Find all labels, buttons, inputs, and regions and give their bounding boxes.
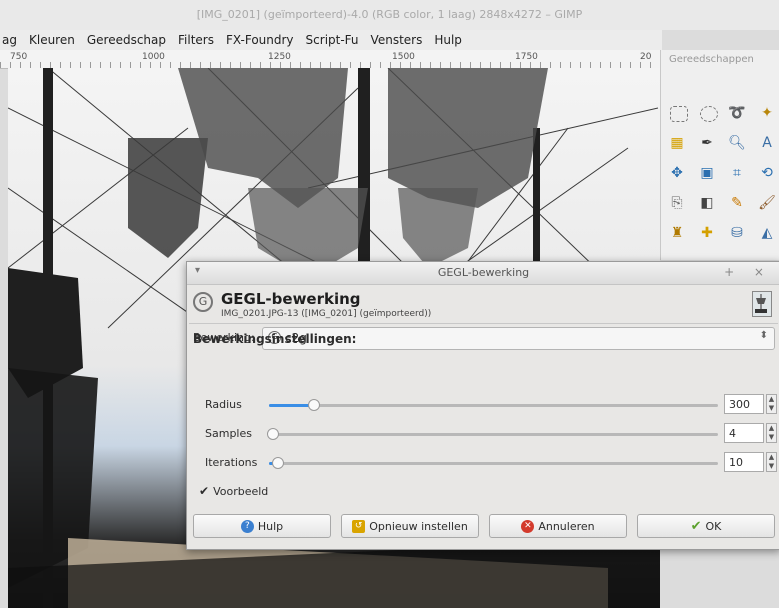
rotate-icon[interactable]: ⟲ xyxy=(756,162,778,184)
samples-input[interactable]: 4 xyxy=(724,423,764,443)
dialog-window-title: GEGL-bewerking xyxy=(437,266,530,279)
measure-icon[interactable]: A xyxy=(756,132,778,154)
ok-button[interactable]: ✔ OK xyxy=(637,514,775,538)
ellipse-select-icon[interactable] xyxy=(700,106,718,122)
menubar: ag Kleuren Gereedschap Filters FX-Foundr… xyxy=(0,30,662,50)
dialog-window-controls[interactable]: + × xyxy=(724,265,772,279)
combo-arrows-icon: ⬍ xyxy=(759,330,768,341)
image-thumbnail xyxy=(752,291,772,317)
eraser-icon[interactable]: ◧ xyxy=(696,192,718,214)
menu-tools[interactable]: Gereedschap xyxy=(87,33,166,47)
ruler-tick: 1750 xyxy=(515,52,538,62)
samples-slider-handle[interactable] xyxy=(267,428,280,440)
ok-check-icon: ✔ xyxy=(690,518,702,534)
magic-wand-icon[interactable]: ✦ xyxy=(756,102,778,124)
iterations-spin-buttons[interactable]: ▲ ▼ xyxy=(766,452,777,472)
tool-grid: ➰ ✦ ▦ ✒ 🔍︎ A ✥ ▣ ⌗ ⟲ ⎘ ◧ ✎ 🖌︎ ♜ ✚ ⛁ ◭ xyxy=(666,102,779,248)
ok-button-label: OK xyxy=(705,519,722,533)
samples-spin-buttons[interactable]: ▲ ▼ xyxy=(766,423,777,443)
samples-slider[interactable] xyxy=(267,428,718,440)
reset-button[interactable]: ↺ Opnieuw instellen xyxy=(341,514,479,538)
ruler-tick: 1500 xyxy=(392,52,415,62)
color-select-icon[interactable]: ▦ xyxy=(666,132,688,154)
checkmark-icon: ✔ xyxy=(199,484,210,498)
help-icon: ? xyxy=(240,519,254,533)
param-samples: Samples 4 ▲ ▼ xyxy=(187,422,779,446)
menu-script-fu[interactable]: Script-Fu xyxy=(306,33,359,47)
menu-filters[interactable]: Filters xyxy=(178,33,214,47)
dialog-header-title: GEGL-bewerking xyxy=(221,290,361,308)
iterations-slider[interactable] xyxy=(269,457,718,469)
bucket-icon[interactable]: ⛁ xyxy=(726,222,748,244)
menu-help[interactable]: Hulp xyxy=(434,33,462,47)
iterations-label: Iterations xyxy=(205,456,258,469)
ruler-tick: 750 xyxy=(10,52,28,62)
radius-label: Radius xyxy=(205,398,242,411)
radius-slider[interactable] xyxy=(269,399,718,411)
param-iterations: Iterations 10 ▲ ▼ xyxy=(187,451,779,475)
radius-slider-handle[interactable] xyxy=(307,399,320,411)
reset-button-label: Opnieuw instellen xyxy=(369,519,468,533)
radius-input[interactable]: 300 xyxy=(724,394,764,414)
menu-windows[interactable]: Vensters xyxy=(371,33,423,47)
dialog-button-row: ? Hulp ↺ Opnieuw instellen ✕ Annuleren ✔… xyxy=(187,514,779,540)
ruler-tick: 20 xyxy=(640,52,652,62)
dialog-titlebar[interactable]: ▾ GEGL-bewerking + × xyxy=(187,262,779,285)
heal-icon[interactable]: ✚ xyxy=(696,222,718,244)
dialog-header-subtitle: IMG_0201.JPG-13 ([IMG_0201] (geïmporteer… xyxy=(221,309,432,319)
menu-image[interactable]: ag xyxy=(2,33,17,47)
ruler-tick: 1250 xyxy=(268,52,291,62)
move-icon[interactable]: ✥ xyxy=(666,162,688,184)
cancel-icon: ✕ xyxy=(521,519,535,533)
gegl-dialog: ▾ GEGL-bewerking + × G GEGL-bewerking IM… xyxy=(186,261,779,550)
clone-icon[interactable]: ⎘ xyxy=(666,192,688,214)
preview-checkbox[interactable]: ✔ Voorbeeld xyxy=(199,484,268,498)
lasso-icon[interactable]: ➰ xyxy=(726,102,748,124)
toolbox-title: Gereedschappen xyxy=(669,54,754,65)
window-title: [IMG_0201] (geïmporteerd)-4.0 (RGB color… xyxy=(0,0,779,30)
help-button-label: Hulp xyxy=(257,519,284,533)
cancel-button[interactable]: ✕ Annuleren xyxy=(489,514,627,538)
param-radius: Radius 300 ▲ ▼ xyxy=(187,393,779,417)
zoom-icon[interactable]: 🔍︎ xyxy=(726,132,748,154)
iterations-slider-handle[interactable] xyxy=(271,457,284,469)
preview-label: Voorbeeld xyxy=(213,484,269,498)
reset-icon: ↺ xyxy=(352,519,366,533)
settings-section-title: Bewerkingsinstellingen: xyxy=(193,332,357,346)
cancel-button-label: Annuleren xyxy=(538,519,595,533)
dialog-header: G GEGL-bewerking IMG_0201.JPG-13 ([IMG_0… xyxy=(187,285,779,323)
radius-spin-buttons[interactable]: ▲ ▼ xyxy=(766,394,777,414)
rect-select-icon[interactable] xyxy=(670,106,688,122)
align-icon[interactable]: ▣ xyxy=(696,162,718,184)
paintbrush-icon[interactable]: 🖌︎ xyxy=(756,192,778,214)
stamp-icon[interactable]: ♜ xyxy=(666,222,688,244)
gegl-icon: G xyxy=(193,292,213,312)
toolbox-panel: Gereedschappen ➰ ✦ ▦ ✒ 🔍︎ A ✥ ▣ ⌗ ⟲ ⎘ ◧ … xyxy=(660,50,779,260)
iterations-input[interactable]: 10 xyxy=(724,452,764,472)
help-button[interactable]: ? Hulp xyxy=(193,514,331,538)
crop-icon[interactable]: ⌗ xyxy=(726,162,748,184)
samples-label: Samples xyxy=(205,427,252,440)
horizontal-ruler[interactable]: 750 1000 1250 1500 1750 20 xyxy=(0,50,660,69)
menu-colors[interactable]: Kleuren xyxy=(29,33,75,47)
menu-fx-foundry[interactable]: FX-Foundry xyxy=(226,33,294,47)
dodge-icon[interactable]: ◭ xyxy=(756,222,778,244)
color-picker-icon[interactable]: ✒ xyxy=(696,132,718,154)
ruler-tick: 1000 xyxy=(142,52,165,62)
pencil-icon[interactable]: ✎ xyxy=(726,192,748,214)
